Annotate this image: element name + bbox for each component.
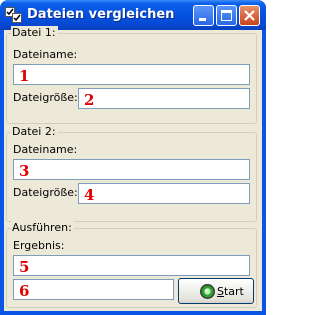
result-label: Ergebnis: bbox=[13, 239, 65, 252]
checkbox-icon bbox=[5, 7, 22, 23]
group-file-1: Datei 1: Dateiname: 1 Dateigröße: 2 bbox=[6, 26, 257, 124]
marker-1: 1 bbox=[19, 67, 30, 85]
minimize-icon bbox=[199, 18, 206, 21]
start-button[interactable]: Start bbox=[178, 278, 254, 304]
group-file-2: Datei 2: Dateiname: 3 Dateigröße: 4 bbox=[6, 125, 257, 222]
file1-size-label: Dateigröße: bbox=[13, 91, 78, 104]
file2-name-field[interactable] bbox=[13, 159, 250, 180]
file2-size-field[interactable] bbox=[78, 183, 250, 204]
start-button-label: Start bbox=[217, 285, 244, 298]
group-file-2-legend: Datei 2: bbox=[11, 125, 58, 138]
minimize-button[interactable] bbox=[193, 5, 214, 26]
file2-name-label: Dateiname: bbox=[13, 143, 78, 156]
status-field[interactable] bbox=[13, 279, 174, 300]
file1-size-field[interactable] bbox=[78, 88, 250, 109]
marker-6: 6 bbox=[19, 282, 30, 300]
close-button[interactable] bbox=[239, 5, 260, 26]
maximize-icon bbox=[221, 10, 232, 21]
window-title: Dateien vergleichen bbox=[27, 7, 175, 22]
client-area: Datei 1: Dateiname: 1 Dateigröße: 2 Date… bbox=[4, 26, 262, 311]
group-file-1-legend: Datei 1: bbox=[11, 26, 58, 39]
app-window: Dateien vergleichen Datei 1: Dateiname: … bbox=[0, 0, 266, 315]
maximize-button[interactable] bbox=[216, 5, 237, 26]
marker-4: 4 bbox=[84, 186, 95, 204]
close-icon bbox=[244, 10, 255, 21]
group-execute-legend: Ausführen: bbox=[11, 221, 74, 234]
green-circle-icon bbox=[200, 284, 215, 299]
file1-name-label: Dateiname: bbox=[13, 48, 78, 61]
file1-name-field[interactable] bbox=[13, 64, 250, 85]
result-field[interactable] bbox=[13, 255, 250, 276]
marker-3: 3 bbox=[19, 162, 30, 180]
marker-5: 5 bbox=[19, 258, 30, 276]
file2-size-label: Dateigröße: bbox=[13, 186, 78, 199]
marker-2: 2 bbox=[84, 91, 95, 109]
